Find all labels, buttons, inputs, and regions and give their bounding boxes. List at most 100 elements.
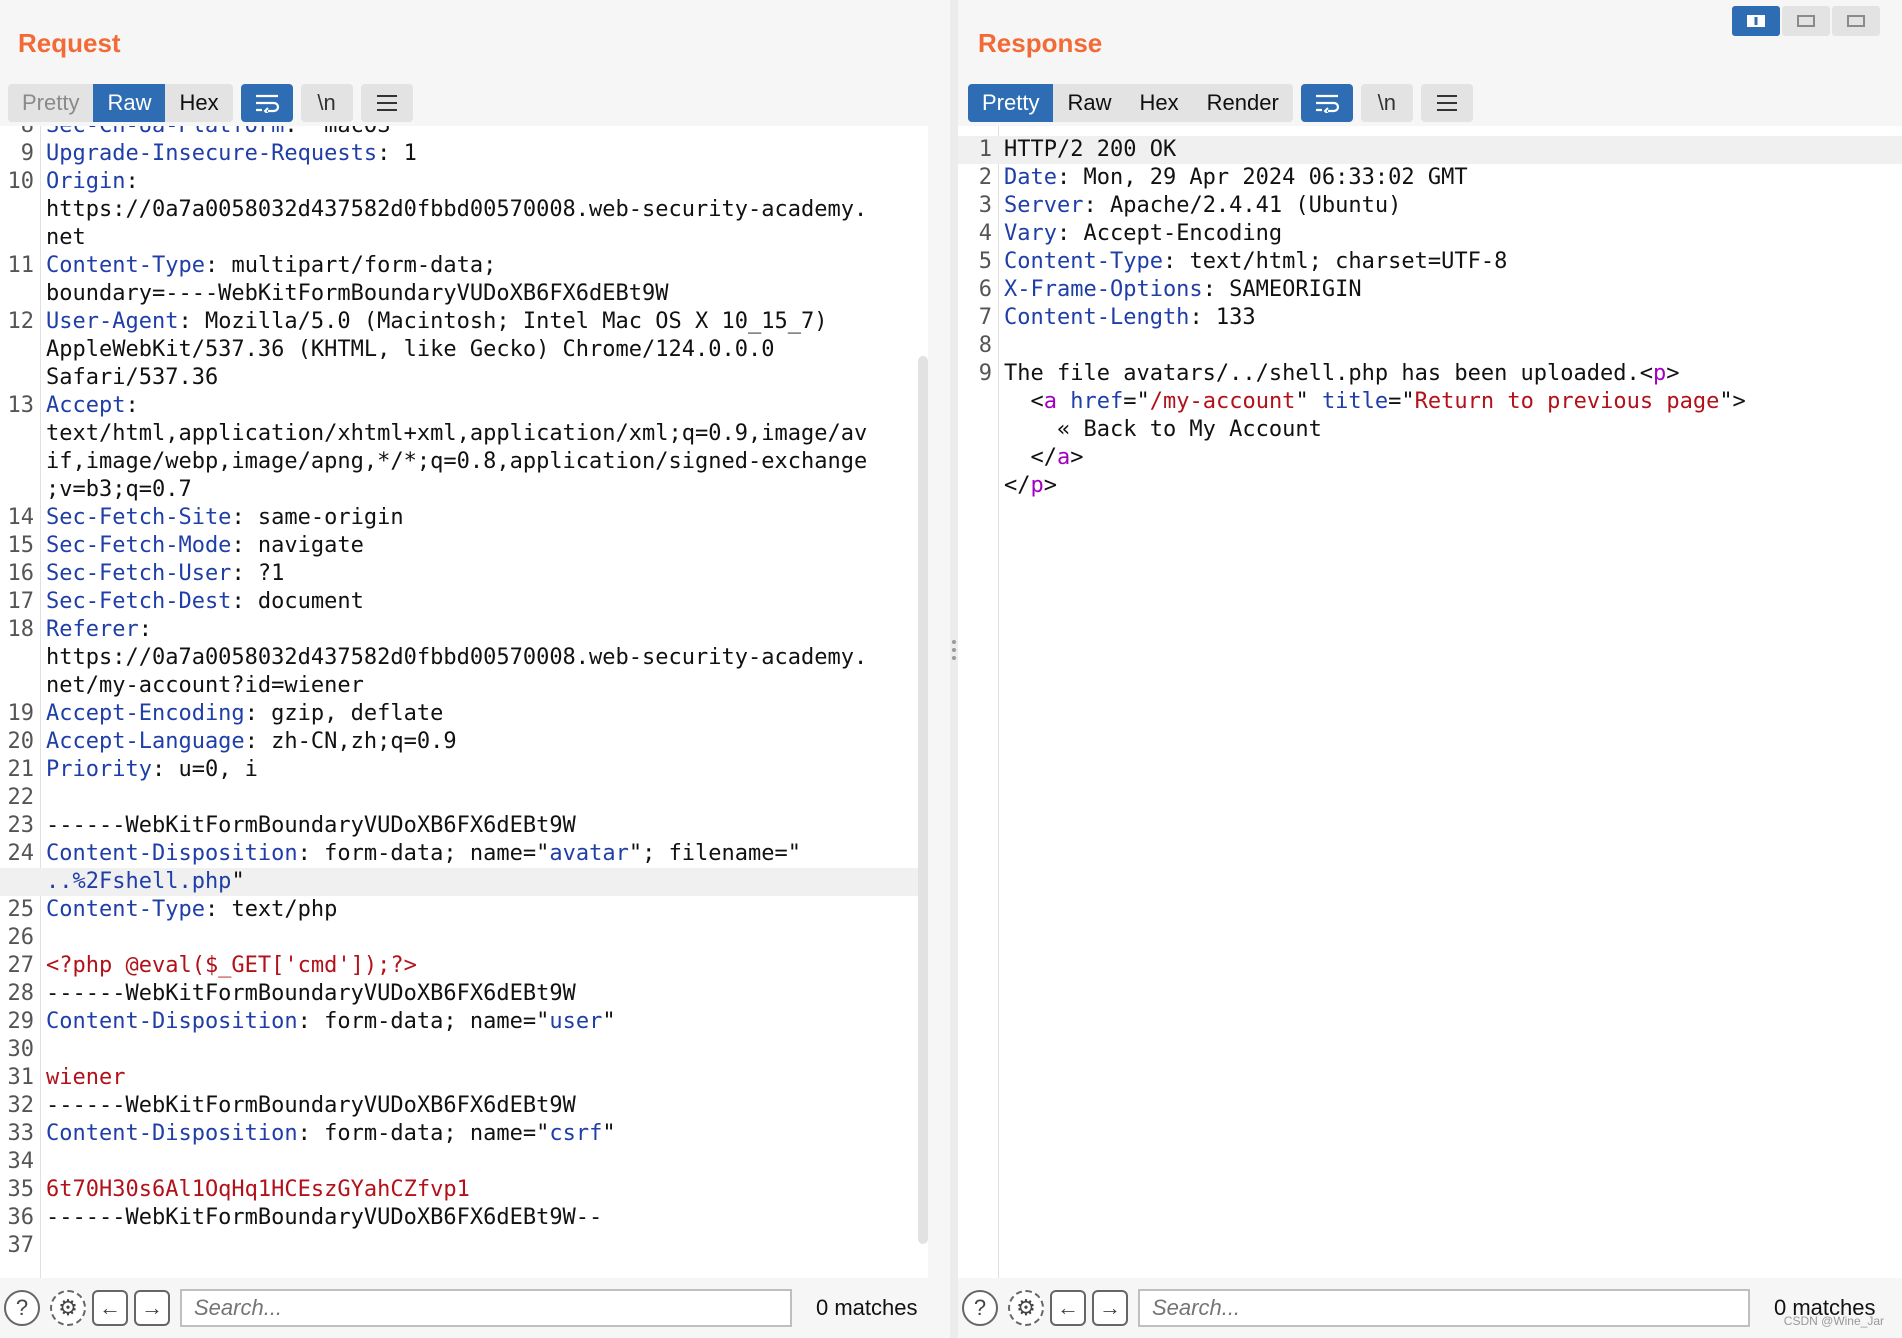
help-icon[interactable]: ? [962, 1290, 998, 1326]
code-line: 31 wiener [0, 1064, 928, 1092]
line-number: 33 [7, 1121, 35, 1146]
response-pane: Response Pretty Raw Hex Render \n 1 HTTP/… [958, 0, 1902, 1338]
code-token: Date [1004, 165, 1057, 190]
drag-handle-icon[interactable] [952, 640, 956, 664]
code-token: Referer [46, 617, 139, 642]
code-line: ;v=b3;q=0.7 [0, 476, 928, 504]
line-number: 31 [7, 1065, 35, 1090]
request-tab-raw[interactable]: Raw [93, 84, 166, 122]
line-number [0, 476, 46, 504]
code-token: "> [1719, 389, 1746, 414]
show-newlines-button[interactable]: \n [1360, 84, 1413, 122]
line-number: 2 [978, 165, 992, 190]
code-line: 12 User-Agent: Mozilla/5.0 (Macintosh; In… [0, 308, 928, 336]
code-line: 11 Content-Type: multipart/form-data; [0, 252, 928, 280]
gear-icon[interactable]: ⚙ [1008, 1290, 1044, 1326]
tabbed-layout-icon[interactable] [1832, 6, 1880, 36]
newline-label: \n [1377, 90, 1396, 115]
layout-switcher [1730, 6, 1880, 36]
request-editor[interactable]: 8Sec-Ch-Ua-Platform: "macOS"9 Upgrade-Ins… [0, 126, 928, 1278]
code-token: : form-data; name=" [297, 841, 550, 866]
pane-divider[interactable] [950, 0, 958, 1338]
code-token: : text/php [204, 897, 338, 922]
line-number: 11 [7, 253, 35, 278]
code-token: ------WebKitFormBoundaryVUDoXB6FX6dEBt9W [46, 813, 576, 838]
code-line: 3 Server: Apache/2.4.41 (Ubuntu) [958, 192, 1902, 220]
code-token: ;v=b3;q=0.7 [46, 477, 192, 502]
code-token: ..%2Fshell.php [46, 869, 232, 894]
code-line: 16 Sec-Fetch-User: ?1 [0, 560, 928, 588]
help-icon[interactable]: ? [4, 1290, 40, 1326]
menu-icon[interactable] [360, 84, 413, 122]
code-token: csrf [549, 1121, 603, 1146]
code-line: 25 Content-Type: text/php [0, 896, 928, 924]
code-token: : SAMEORIGIN [1202, 277, 1362, 302]
response-search-input[interactable] [1138, 1289, 1750, 1327]
code-token: : Apache/2.4.41 (Ubuntu) [1083, 193, 1402, 218]
request-search-input[interactable] [180, 1289, 792, 1327]
code-token: The file avatars/../shell.php has been u… [1004, 361, 1654, 386]
code-line: ..%2Fshell.php " [0, 868, 928, 896]
show-newlines-button[interactable]: \n [300, 84, 353, 122]
line-number: 25 [7, 897, 35, 922]
next-arrow-icon[interactable]: → [1092, 1290, 1128, 1326]
wrap-lines-icon[interactable] [1300, 84, 1353, 122]
response-tab-hex[interactable]: Hex [1125, 84, 1192, 122]
wrap-lines-icon[interactable] [240, 84, 293, 122]
code-line: 33 Content-Disposition: form-data; name="… [0, 1120, 928, 1148]
line-number [0, 644, 46, 672]
line-number: 18 [7, 617, 35, 642]
code-line: https://0a7a0058032d437582d0fbbd00570008… [0, 644, 928, 672]
code-token: Accept [46, 393, 126, 418]
response-tab-render[interactable]: Render [1193, 84, 1293, 122]
code-line: 2 Date: Mon, 29 Apr 2024 06:33:02 GMT [958, 164, 1902, 192]
request-title: Request [18, 28, 121, 58]
code-token: Content-Type [46, 897, 205, 922]
code-token: Priority [46, 757, 152, 782]
code-line: 19 Accept-Encoding: gzip, deflate [0, 700, 928, 728]
response-editor[interactable]: 1 HTTP/2 200 OK 2 Date: Mon, 29 Apr 2024 06… [958, 126, 1902, 1278]
code-line: « Back to My Account [958, 416, 1902, 444]
line-number: 26 [7, 925, 35, 950]
code-token: net/my-account?id=wiener [46, 673, 364, 698]
code-line: 17 Sec-Fetch-Dest: document [0, 588, 928, 616]
code-line: 4 Vary: Accept-Encoding [958, 220, 1902, 248]
line-number: 8 [0, 126, 46, 140]
response-tab-pretty[interactable]: Pretty [968, 84, 1054, 122]
request-scrollbar[interactable] [918, 356, 928, 1244]
previous-arrow-icon[interactable]: ← [92, 1290, 128, 1326]
code-token: Sec-Fetch-Site [46, 505, 232, 530]
code-token: : Mon, 29 Apr 2024 06:33:02 GMT [1056, 165, 1468, 190]
line-number [958, 416, 1004, 444]
code-line: < a href ="/my-account " title =" Return to p… [958, 388, 1902, 416]
next-arrow-icon[interactable]: → [134, 1290, 170, 1326]
code-token: : zh-CN,zh;q=0.9 [244, 729, 457, 754]
code-line: 21 Priority: u=0, i [0, 756, 928, 784]
menu-icon[interactable] [1420, 84, 1473, 122]
line-number: 8 [978, 333, 992, 358]
gear-icon[interactable]: ⚙ [50, 1290, 86, 1326]
code-token: Accept-Language [46, 729, 245, 754]
code-token: Content-Disposition [46, 1009, 298, 1034]
code-line: Safari/537.36 [0, 364, 928, 392]
code-token: https://0a7a0058032d437582d0fbbd00570008… [46, 197, 868, 222]
line-number: 9 [20, 141, 34, 166]
response-tab-raw[interactable]: Raw [1053, 84, 1125, 122]
code-token: : multipart/form-data; [204, 253, 497, 278]
previous-arrow-icon[interactable]: ← [1050, 1290, 1086, 1326]
request-tab-hex[interactable]: Hex [165, 84, 232, 122]
code-line: 10 Origin: [0, 168, 928, 196]
side-by-side-layout-icon[interactable] [1732, 6, 1780, 36]
code-token: Sec-Ch-Ua-Platform [46, 126, 284, 140]
code-token: > [1043, 473, 1057, 498]
code-token: User-Agent [46, 309, 179, 334]
code-token: : [138, 617, 152, 642]
line-number: 27 [7, 953, 35, 978]
request-tab-pretty[interactable]: Pretty [8, 84, 93, 122]
request-view-tabs: Pretty Raw Hex [8, 84, 233, 122]
line-number [0, 868, 46, 896]
code-line: 8Sec-Ch-Ua-Platform: "macOS" [0, 126, 928, 140]
line-number: 1 [978, 137, 992, 162]
code-token: Upgrade-Insecure-Requests [46, 141, 378, 166]
stacked-layout-icon[interactable] [1782, 6, 1830, 36]
